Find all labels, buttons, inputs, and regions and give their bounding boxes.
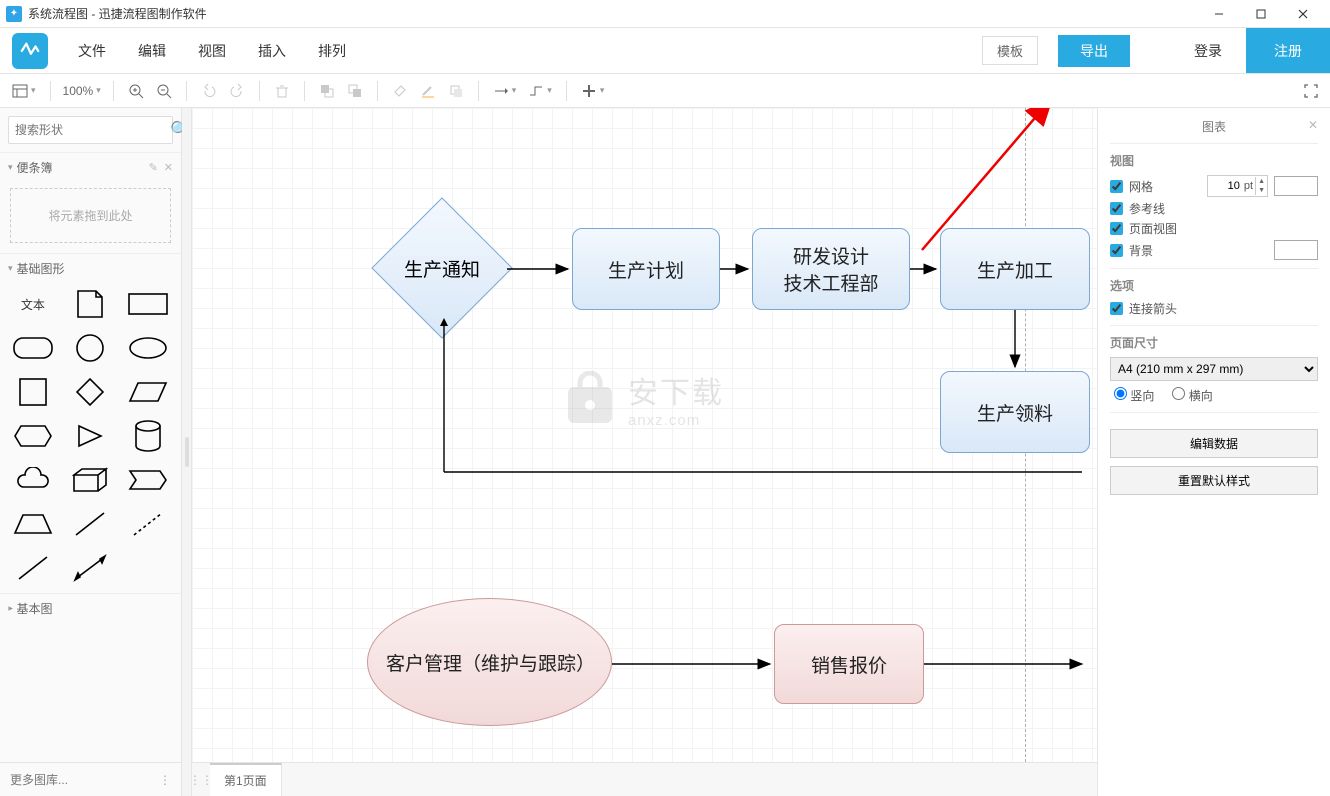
close-icon[interactable]: ✕ bbox=[164, 161, 173, 174]
export-button[interactable]: 导出 bbox=[1058, 35, 1130, 67]
shape-circle[interactable] bbox=[66, 331, 116, 365]
scratchpad-header[interactable]: ▾便条簿 ✎ ✕ bbox=[0, 152, 181, 182]
shape-trapezoid[interactable] bbox=[8, 507, 58, 541]
zoom-out-button[interactable] bbox=[150, 81, 178, 101]
canvas[interactable]: 安下载anxz.com 生产通知 生产计划 研发设计 技术工程部 生产加工 生产… bbox=[192, 108, 1097, 762]
page-tab-1[interactable]: 第1页面 bbox=[210, 763, 282, 796]
node-production-process[interactable]: 生产加工 bbox=[940, 228, 1090, 310]
app-icon: ✦ bbox=[6, 6, 22, 22]
template-button[interactable]: 模板 bbox=[982, 36, 1038, 65]
pageview-checkbox[interactable]: 页面视图 bbox=[1110, 220, 1318, 237]
redo-button[interactable] bbox=[223, 81, 251, 101]
node-customer-mgmt[interactable]: 客户管理（维护与跟踪） bbox=[367, 598, 612, 726]
to-front-button[interactable] bbox=[313, 81, 341, 101]
shape-triangle[interactable] bbox=[66, 419, 116, 453]
group-options: 选项 bbox=[1110, 277, 1318, 294]
shape-text[interactable]: 文本 bbox=[8, 287, 58, 321]
menu-file[interactable]: 文件 bbox=[62, 41, 122, 61]
undo-button[interactable] bbox=[195, 81, 223, 101]
shape-square[interactable] bbox=[8, 375, 58, 409]
shape-search-input[interactable] bbox=[15, 123, 170, 137]
shape-palette: 文本 bbox=[0, 283, 181, 593]
shape-dashed-line[interactable] bbox=[123, 507, 173, 541]
line-color-button[interactable] bbox=[414, 81, 442, 101]
minimize-button[interactable] bbox=[1198, 0, 1240, 28]
menu-insert[interactable]: 插入 bbox=[242, 41, 302, 61]
tab-drag-handle[interactable]: ⋮⋮ bbox=[192, 773, 210, 787]
orientation-portrait[interactable]: 竖向 bbox=[1114, 387, 1154, 404]
orientation-landscape[interactable]: 横向 bbox=[1172, 387, 1212, 404]
conn-arrows-checkbox[interactable]: 连接箭头 bbox=[1110, 300, 1318, 317]
maximize-button[interactable] bbox=[1240, 0, 1282, 28]
shape-cylinder[interactable] bbox=[123, 419, 173, 453]
delete-button[interactable] bbox=[268, 81, 296, 101]
page-size-select[interactable]: A4 (210 mm x 297 mm) bbox=[1110, 357, 1318, 381]
window-title: 系统流程图 - 迅捷流程图制作软件 bbox=[28, 5, 207, 22]
to-back-button[interactable] bbox=[341, 81, 369, 101]
app-logo bbox=[12, 33, 48, 69]
grid-checkbox[interactable]: 网格 bbox=[1110, 178, 1207, 195]
sidebar-splitter[interactable] bbox=[182, 108, 192, 796]
group-view: 视图 bbox=[1110, 152, 1318, 169]
shapes-sidebar: 🔍 ▾便条簿 ✎ ✕ 将元素拖到此处 ▾基础图形 文本 bbox=[0, 108, 182, 796]
edit-data-button[interactable]: 编辑数据 bbox=[1110, 429, 1318, 458]
connection-style-dropdown[interactable] bbox=[487, 81, 523, 101]
zoom-dropdown[interactable]: 100% bbox=[59, 84, 105, 98]
shape-roundrect[interactable] bbox=[8, 331, 58, 365]
login-button[interactable]: 登录 bbox=[1170, 41, 1246, 61]
insert-dropdown[interactable] bbox=[575, 81, 611, 101]
menu-bar: 文件 编辑 视图 插入 排列 模板 导出 登录 注册 bbox=[0, 28, 1330, 74]
node-rd-dept[interactable]: 研发设计 技术工程部 bbox=[752, 228, 910, 310]
panel-close-icon[interactable]: ✕ bbox=[1308, 118, 1318, 132]
toolbar: 100% bbox=[0, 74, 1330, 108]
fill-color-button[interactable] bbox=[386, 81, 414, 101]
reset-style-button[interactable]: 重置默认样式 bbox=[1110, 466, 1318, 495]
shape-parallelogram[interactable] bbox=[123, 375, 173, 409]
shape-search[interactable]: 🔍 bbox=[8, 116, 173, 144]
shape-cloud[interactable] bbox=[8, 463, 58, 497]
shape-bidir-arrow[interactable] bbox=[66, 551, 116, 585]
page-tabs: ⋮⋮ 第1页面 bbox=[192, 762, 1097, 796]
shape-diamond[interactable] bbox=[66, 375, 116, 409]
menu-edit[interactable]: 编辑 bbox=[122, 41, 182, 61]
shadow-button[interactable] bbox=[442, 81, 470, 101]
shape-line[interactable] bbox=[66, 507, 116, 541]
shape-rect[interactable] bbox=[123, 287, 173, 321]
waypoint-style-dropdown[interactable] bbox=[522, 81, 558, 101]
watermark: 安下载anxz.com bbox=[562, 368, 724, 429]
node-sales-quote[interactable]: 销售报价 bbox=[774, 624, 924, 704]
node-material-pickup[interactable]: 生产领料 bbox=[940, 371, 1090, 453]
zoom-in-button[interactable] bbox=[122, 81, 150, 101]
view-mode-dropdown[interactable] bbox=[6, 81, 42, 101]
menu-arrange[interactable]: 排列 bbox=[302, 41, 362, 61]
shape-ellipse[interactable] bbox=[123, 331, 173, 365]
grid-size-stepper[interactable]: pt ▲▼ bbox=[1207, 175, 1268, 197]
format-panel: 图表 ✕ 视图 网格 pt ▲▼ 参考线 页面视图 背景 选项 连接箭头 页面尺寸… bbox=[1097, 108, 1330, 796]
menu-view[interactable]: 视图 bbox=[182, 41, 242, 61]
background-swatch[interactable] bbox=[1274, 240, 1318, 260]
scratchpad-drop[interactable]: 将元素拖到此处 bbox=[10, 188, 171, 243]
guides-checkbox[interactable]: 参考线 bbox=[1110, 200, 1318, 217]
node-production-notice[interactable]: 生产通知 bbox=[392, 218, 492, 318]
basic-diagram-header[interactable]: ▾基本图 bbox=[0, 593, 181, 623]
more-shapes-button[interactable]: 更多图库...⋮ bbox=[0, 762, 181, 796]
shape-note[interactable] bbox=[66, 287, 116, 321]
background-checkbox[interactable]: 背景 bbox=[1110, 242, 1274, 259]
canvas-area: 安下载anxz.com 生产通知 生产计划 研发设计 技术工程部 生产加工 生产… bbox=[192, 108, 1097, 796]
panel-title: 图表 bbox=[1202, 120, 1226, 134]
pencil-icon[interactable]: ✎ bbox=[149, 161, 158, 174]
shape-step[interactable] bbox=[123, 463, 173, 497]
group-pagesize: 页面尺寸 bbox=[1110, 334, 1318, 351]
shape-cube[interactable] bbox=[66, 463, 116, 497]
shape-hexagon[interactable] bbox=[8, 419, 58, 453]
node-production-plan[interactable]: 生产计划 bbox=[572, 228, 720, 310]
close-button[interactable] bbox=[1282, 0, 1324, 28]
basic-shapes-header[interactable]: ▾基础图形 bbox=[0, 253, 181, 283]
fullscreen-button[interactable] bbox=[1298, 82, 1324, 100]
shape-line2[interactable] bbox=[8, 551, 58, 585]
register-button[interactable]: 注册 bbox=[1246, 28, 1330, 73]
title-bar: ✦ 系统流程图 - 迅捷流程图制作软件 bbox=[0, 0, 1330, 28]
grid-color-swatch[interactable] bbox=[1274, 176, 1318, 196]
